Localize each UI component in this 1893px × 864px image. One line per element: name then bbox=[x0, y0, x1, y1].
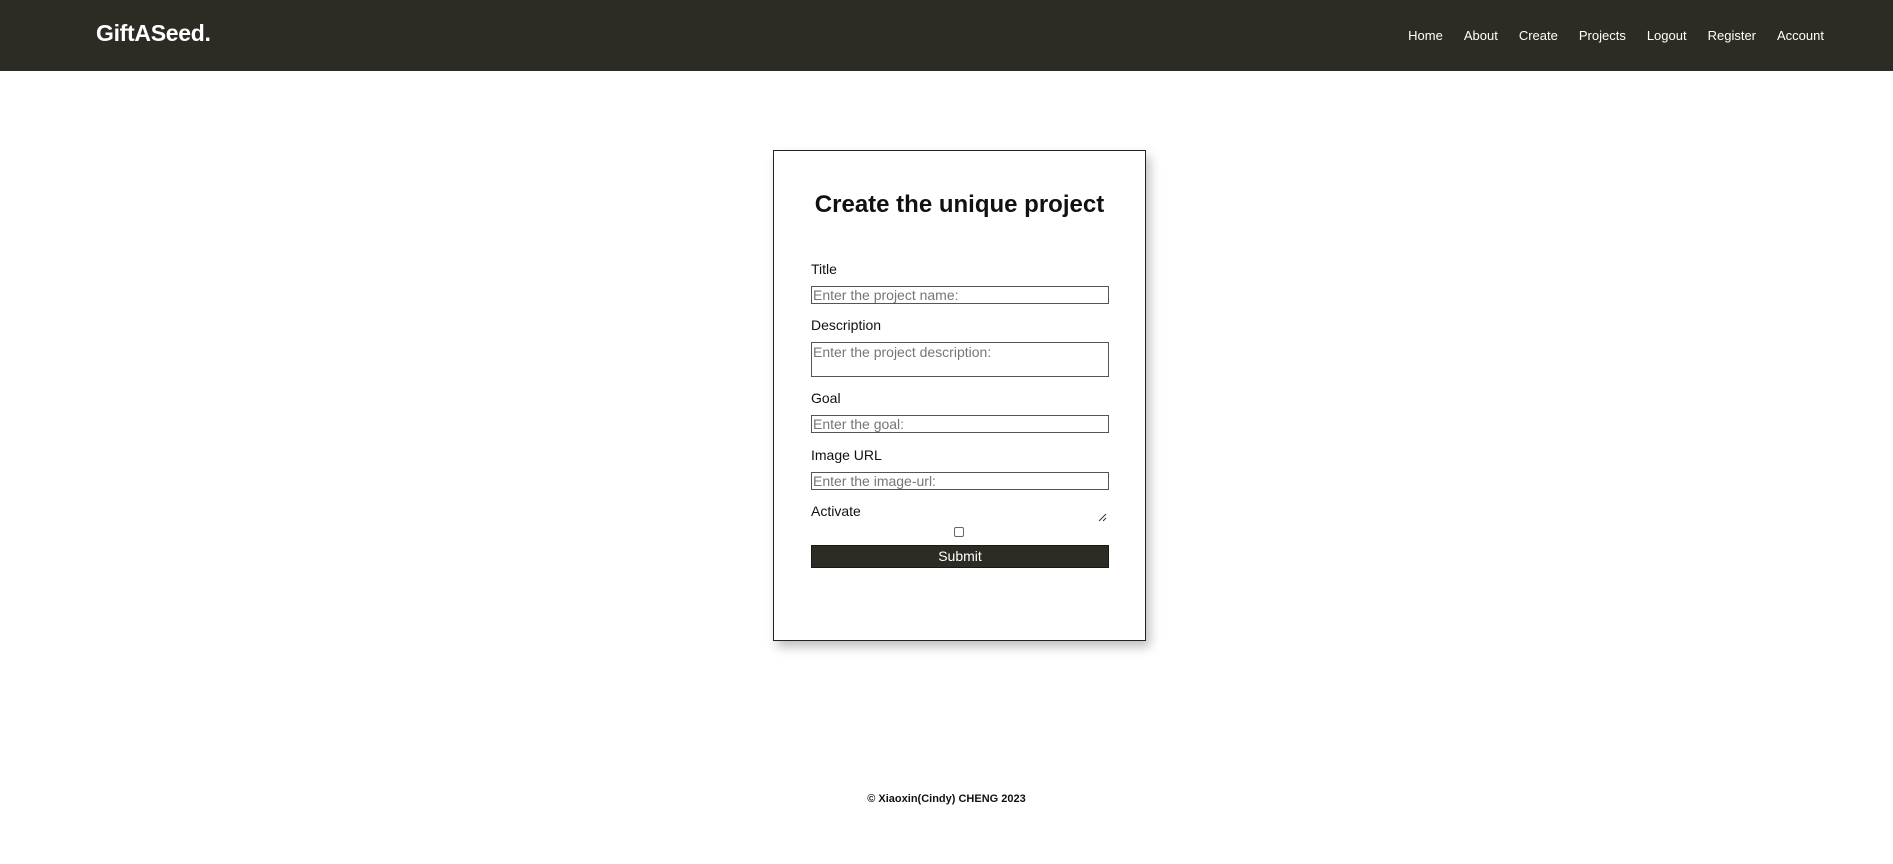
title-input[interactable] bbox=[811, 286, 1109, 304]
description-textarea[interactable] bbox=[811, 342, 1109, 377]
activate-checkbox[interactable] bbox=[954, 527, 964, 537]
title-label: Title bbox=[811, 261, 837, 277]
nav-link-create[interactable]: Create bbox=[1519, 28, 1558, 43]
goal-input[interactable] bbox=[811, 415, 1109, 433]
image-url-label: Image URL bbox=[811, 447, 882, 463]
main-nav: Home About Create Projects Logout Regist… bbox=[1387, 28, 1824, 43]
nav-link-home[interactable]: Home bbox=[1408, 28, 1443, 43]
submit-button[interactable]: Submit bbox=[811, 545, 1109, 568]
image-url-input[interactable] bbox=[811, 472, 1109, 490]
nav-link-account[interactable]: Account bbox=[1777, 28, 1824, 43]
nav-link-register[interactable]: Register bbox=[1708, 28, 1756, 43]
nav-link-logout[interactable]: Logout bbox=[1647, 28, 1687, 43]
top-navbar: GiftASeed. Home About Create Projects Lo… bbox=[0, 0, 1893, 71]
description-label: Description bbox=[811, 317, 882, 333]
brand-logo[interactable]: GiftASeed. bbox=[96, 20, 211, 47]
nav-link-projects[interactable]: Projects bbox=[1579, 28, 1626, 43]
nav-link-about[interactable]: About bbox=[1464, 28, 1498, 43]
form-heading: Create the unique project bbox=[814, 191, 1105, 218]
goal-label: Goal bbox=[811, 390, 841, 406]
footer-copyright: © Xiaoxin(Cindy) CHENG 2023 bbox=[867, 793, 1026, 805]
create-project-card: Create the unique project Title Descript… bbox=[773, 150, 1146, 641]
resize-grip-icon[interactable] bbox=[1097, 512, 1107, 522]
activate-label: Activate bbox=[811, 503, 861, 519]
